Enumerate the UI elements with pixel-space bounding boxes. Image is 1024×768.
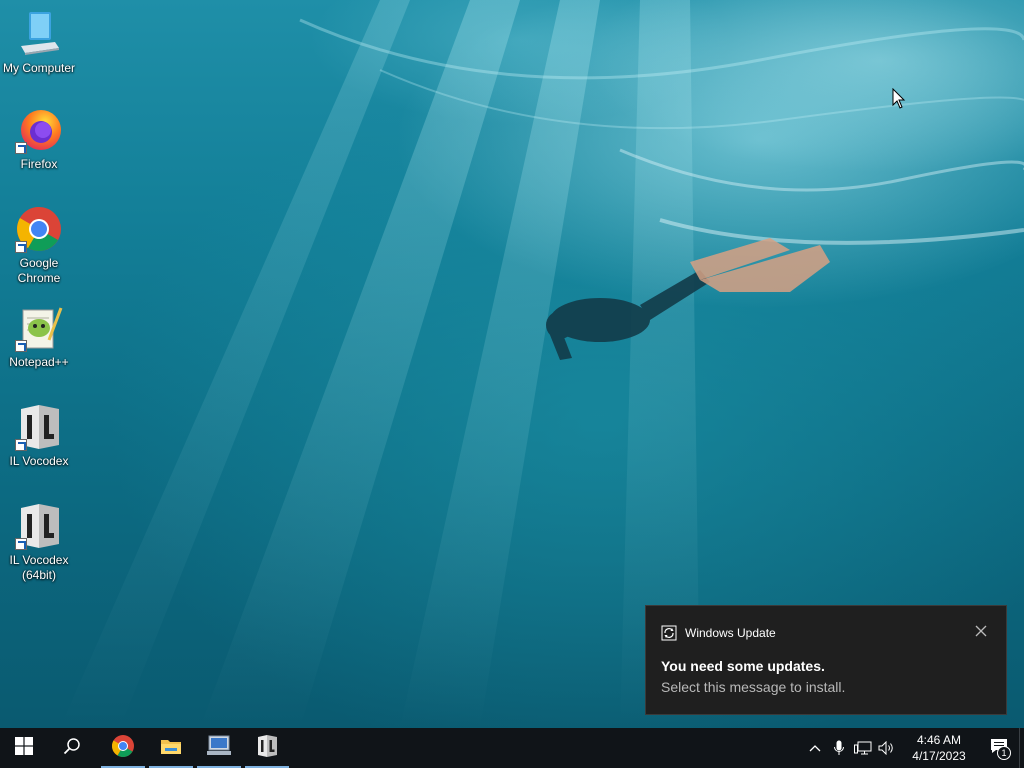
system-tray: 4:46 AM 4/17/2023 1 — [803, 728, 1024, 768]
il-vocodex-icon — [15, 403, 63, 451]
network-icon[interactable] — [851, 728, 875, 768]
desktop-icon-label: Google Chrome — [17, 256, 61, 285]
microphone-icon[interactable] — [827, 728, 851, 768]
taskbar-clock[interactable]: 4:46 AM 4/17/2023 — [903, 732, 975, 764]
notepad-plus-plus-icon — [15, 304, 63, 352]
notification-title: You need some updates. — [661, 658, 825, 674]
chevron-up-icon[interactable] — [803, 728, 827, 768]
notification-count-badge: 1 — [997, 746, 1011, 760]
chrome-icon — [15, 205, 63, 253]
desktop-icon-label: Firefox — [20, 157, 58, 171]
desktop-icon-label: My Computer — [2, 61, 76, 75]
taskbar-file-explorer-button[interactable] — [147, 728, 195, 768]
volume-icon[interactable] — [875, 728, 899, 768]
desktop-icon-firefox[interactable]: Firefox — [1, 106, 77, 172]
notification-header: Windows Update — [661, 625, 776, 641]
desktop-icon-label: IL Vocodex (64bit) — [9, 553, 69, 582]
close-icon[interactable] — [974, 624, 988, 638]
taskbar-il-vocodex-button[interactable] — [243, 728, 291, 768]
desktop-icon-notepad-plus-plus[interactable]: Notepad++ — [1, 304, 77, 370]
show-desktop-button[interactable] — [1019, 728, 1024, 768]
start-button[interactable] — [0, 728, 48, 768]
computer-icon — [15, 10, 63, 58]
search-button[interactable] — [48, 728, 96, 768]
shortcut-arrow-icon — [15, 142, 27, 154]
network-app-icon — [206, 734, 232, 763]
shortcut-arrow-icon — [15, 241, 27, 253]
desktop-icon-il-vocodex-64bit[interactable]: IL Vocodex (64bit) — [1, 502, 77, 583]
action-center-button[interactable]: 1 — [979, 728, 1019, 768]
notification-body: Select this message to install. — [661, 679, 846, 695]
chrome-icon — [111, 734, 135, 763]
shortcut-arrow-icon — [15, 340, 27, 352]
firefox-icon — [15, 106, 63, 154]
desktop-icon-google-chrome[interactable]: Google Chrome — [1, 205, 77, 286]
desktop-icon-label: Notepad++ — [9, 355, 69, 369]
windows-update-notification[interactable]: Windows Update You need some updates. Se… — [645, 605, 1007, 715]
taskbar-chrome-button[interactable] — [99, 728, 147, 768]
file-explorer-icon — [159, 734, 183, 763]
taskbar-network-app-button[interactable] — [195, 728, 243, 768]
taskbar: 4:46 AM 4/17/2023 1 — [0, 728, 1024, 768]
windows-update-icon — [661, 625, 677, 641]
shortcut-arrow-icon — [15, 538, 27, 550]
desktop-icon-my-computer[interactable]: My Computer — [1, 10, 77, 76]
shortcut-arrow-icon — [15, 439, 27, 451]
notification-app-name: Windows Update — [685, 626, 776, 640]
desktop-icon-il-vocodex[interactable]: IL Vocodex — [1, 403, 77, 469]
il-vocodex-64-icon — [15, 502, 63, 550]
il-vocodex-icon — [255, 734, 279, 763]
desktop-icon-label: IL Vocodex — [9, 454, 69, 468]
search-icon — [63, 737, 81, 760]
clock-time: 4:46 AM — [916, 733, 962, 747]
clock-date: 4/17/2023 — [912, 749, 966, 763]
mouse-cursor-icon — [892, 87, 906, 115]
start-icon — [15, 736, 33, 760]
